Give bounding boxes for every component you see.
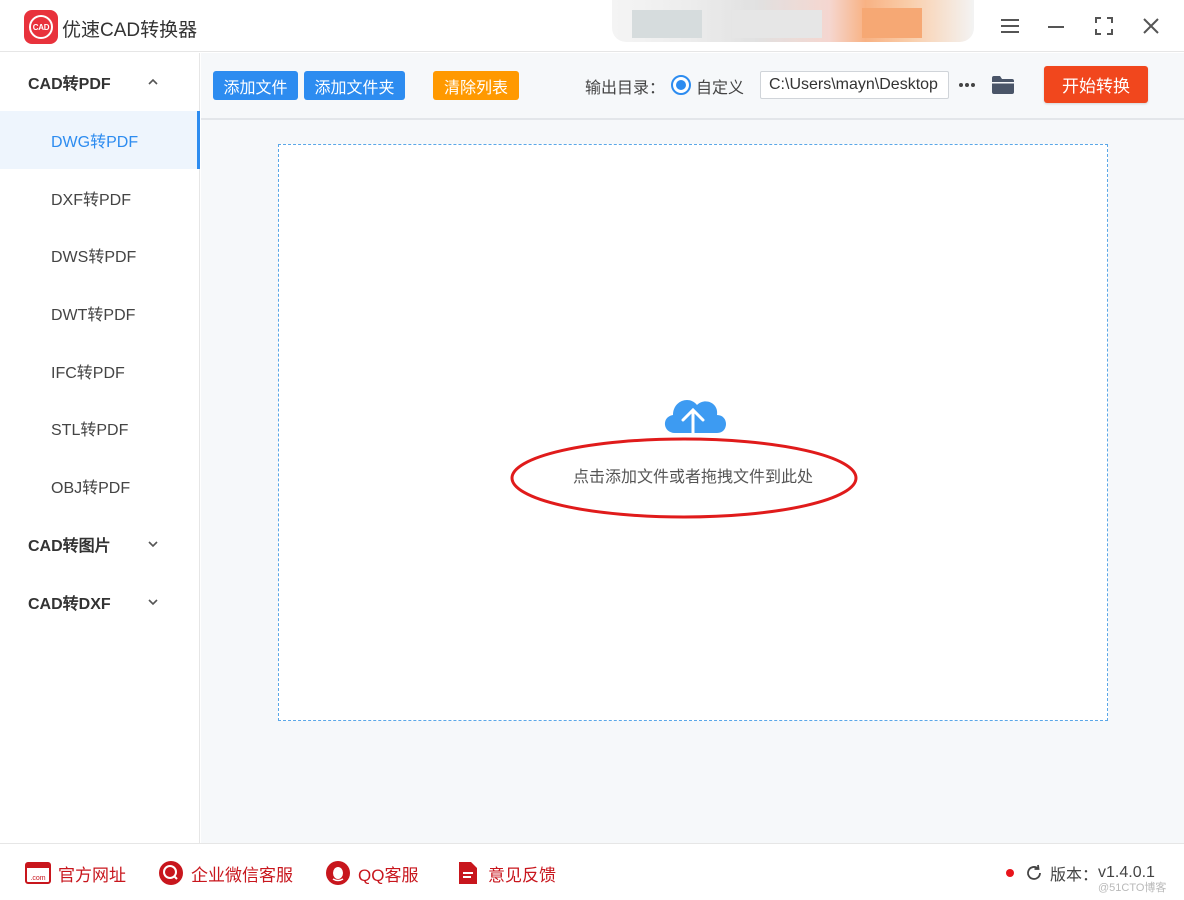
wechat-service-label: 企业微信客服 xyxy=(191,865,293,885)
feedback-link[interactable]: 意见反馈 xyxy=(454,860,556,886)
website-icon: .com xyxy=(24,860,52,886)
sidebar-group-label: CAD转DXF xyxy=(28,595,111,613)
sidebar-item-ifc-to-pdf[interactable]: IFC转PDF xyxy=(0,342,199,400)
annotation-circle xyxy=(510,437,858,519)
menu-icon[interactable] xyxy=(996,12,1024,40)
qq-icon xyxy=(324,860,352,886)
version-label: 版本： xyxy=(1050,867,1099,884)
start-convert-button[interactable]: 开始转换 xyxy=(1044,66,1148,103)
sidebar: CAD转PDF DWG转PDF DXF转PDF DWS转PDF DWT转PDF … xyxy=(0,53,200,843)
wechat-icon xyxy=(157,860,185,886)
qq-service-label: QQ客服 xyxy=(358,865,419,885)
add-folder-button[interactable]: 添加文件夹 xyxy=(304,71,405,100)
title-bar: CAD 优速CAD转换器 xyxy=(0,0,1184,52)
sidebar-group-cad-to-image[interactable]: CAD转图片 xyxy=(0,515,199,573)
output-path-input[interactable] xyxy=(760,71,949,99)
maximize-icon[interactable] xyxy=(1090,12,1118,40)
sidebar-item-obj-to-pdf[interactable]: OBJ转PDF xyxy=(0,457,199,515)
update-dot xyxy=(1006,869,1014,877)
refresh-icon[interactable] xyxy=(1024,863,1044,883)
main-area: 添加文件 添加文件夹 清除列表 输出目录： 自定义 开始转换 点击添加文件或者拖… xyxy=(201,53,1184,843)
chevron-down-icon xyxy=(148,599,158,605)
blurred-account-area xyxy=(612,0,974,42)
app-logo-text: CAD xyxy=(29,15,53,39)
sidebar-item-dxf-to-pdf[interactable]: DXF转PDF xyxy=(0,169,199,227)
qq-service-link[interactable]: QQ客服 xyxy=(324,860,418,886)
sidebar-item-stl-to-pdf[interactable]: STL转PDF xyxy=(0,399,199,457)
file-drop-zone[interactable]: 点击添加文件或者拖拽文件到此处 xyxy=(278,144,1108,721)
sidebar-group-label: CAD转图片 xyxy=(28,537,111,555)
clear-list-button[interactable]: 清除列表 xyxy=(433,71,519,100)
sidebar-item-dwt-to-pdf[interactable]: DWT转PDF xyxy=(0,284,199,342)
folder-open-icon[interactable] xyxy=(990,72,1016,98)
sidebar-item-dws-to-pdf[interactable]: DWS转PDF xyxy=(0,226,199,284)
wechat-service-link[interactable]: 企业微信客服 xyxy=(157,860,293,886)
minimize-icon[interactable] xyxy=(1042,12,1070,40)
custom-radio-label[interactable]: 自定义 xyxy=(696,74,744,98)
footer-bar: .com 官方网址 企业微信客服 QQ客服 意见反馈 版本： v1.4.0.1 … xyxy=(0,843,1184,900)
sidebar-group-cad-to-pdf[interactable]: CAD转PDF xyxy=(0,53,199,111)
toolbar: 添加文件 添加文件夹 清除列表 输出目录： 自定义 开始转换 xyxy=(201,53,1184,120)
sidebar-item-dwg-to-pdf[interactable]: DWG转PDF xyxy=(0,111,200,169)
app-title: 优速CAD转换器 xyxy=(62,20,198,41)
output-dir-label: 输出目录： xyxy=(585,80,666,97)
app-logo-icon: CAD xyxy=(24,10,58,44)
chevron-down-icon xyxy=(148,541,158,547)
sidebar-group-label: CAD转PDF xyxy=(28,76,111,93)
watermark-text: @51CTO博客 xyxy=(1098,882,1167,894)
close-icon[interactable] xyxy=(1137,12,1165,40)
sidebar-group-cad-to-dxf[interactable]: CAD转DXF xyxy=(0,573,199,631)
custom-radio[interactable] xyxy=(671,75,691,95)
chevron-up-icon xyxy=(148,78,158,85)
more-options-icon[interactable] xyxy=(956,71,978,99)
official-website-link[interactable]: .com 官方网址 xyxy=(24,860,126,886)
feedback-label: 意见反馈 xyxy=(488,865,556,885)
official-website-label: 官方网址 xyxy=(58,865,126,885)
feedback-icon xyxy=(454,860,482,886)
svg-text:.com: .com xyxy=(30,875,45,882)
add-file-button[interactable]: 添加文件 xyxy=(213,71,298,100)
